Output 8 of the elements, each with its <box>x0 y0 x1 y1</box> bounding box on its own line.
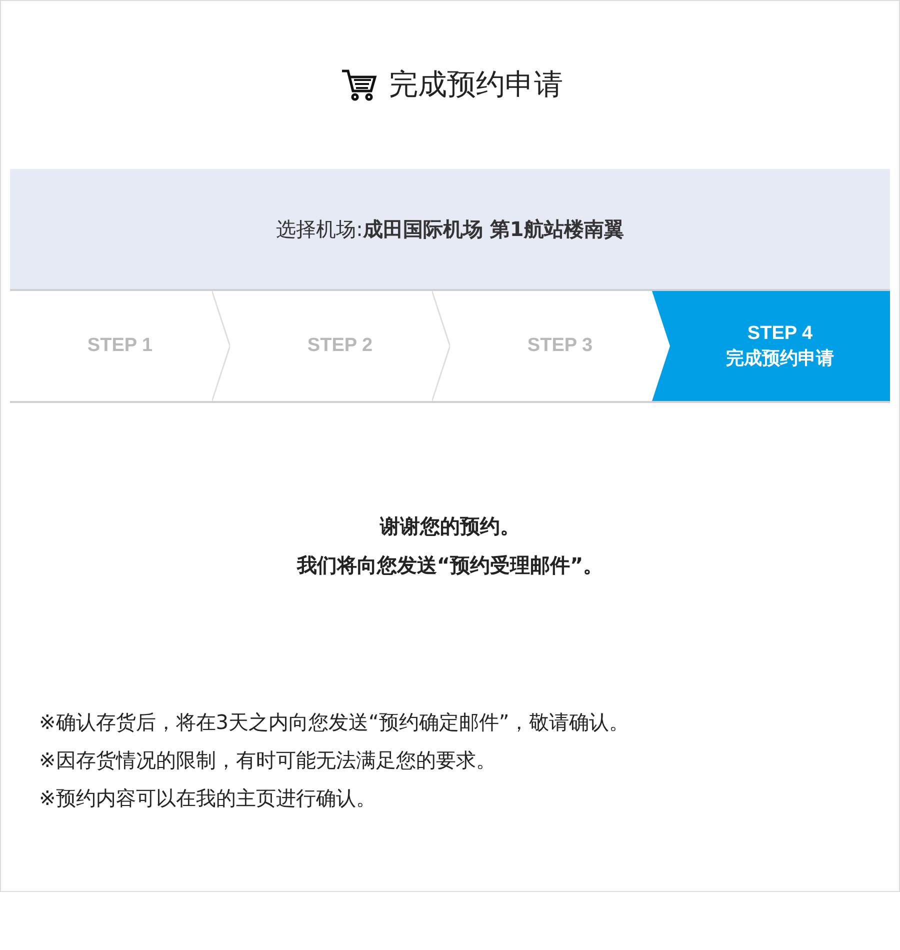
airport-text: 选择机场:成田国际机场 第1航站楼南翼 <box>276 216 624 242</box>
page-title: 完成预约申请 <box>389 66 563 103</box>
thanks-message: 谢谢您的预约。 <box>380 513 520 540</box>
thanks-message: 我们将向您发送“预约受理邮件”。 <box>296 552 604 579</box>
note-text: ※确认存货后，将在3天之内向您发送“预约确定邮件”，敬请确认。 <box>39 709 630 736</box>
cart-icon <box>341 68 377 102</box>
note-text: ※预约内容可以在我的主页进行确认。 <box>39 785 377 812</box>
note-text: ※因存货情况的限制，有时可能无法满足您的要求。 <box>39 747 497 774</box>
